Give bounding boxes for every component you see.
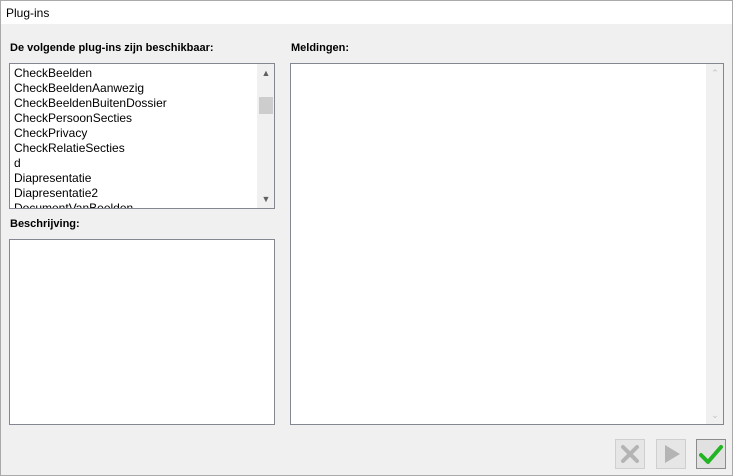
ok-button[interactable] xyxy=(696,439,726,469)
window-title: Plug-ins xyxy=(6,6,50,20)
scroll-thumb[interactable] xyxy=(259,97,273,114)
checkmark-icon xyxy=(699,445,723,464)
scroll-down-icon[interactable]: ▼ xyxy=(258,191,274,207)
list-item[interactable]: d xyxy=(14,156,256,171)
scroll-down-icon[interactable]: ⌄ xyxy=(707,407,723,423)
list-item[interactable]: DocumentVanBeelden xyxy=(14,201,256,208)
messages-scrollbar[interactable]: ⌃ ⌄ xyxy=(706,64,723,424)
list-item[interactable]: CheckPersoonSecties xyxy=(14,111,256,126)
scroll-up-icon[interactable]: ⌃ xyxy=(707,65,723,81)
play-icon xyxy=(665,445,680,463)
plugins-dialog: Plug-ins De volgende plug-ins zijn besch… xyxy=(0,0,733,476)
scroll-up-icon[interactable]: ▲ xyxy=(258,65,274,81)
cancel-button[interactable] xyxy=(615,439,645,469)
plugins-label: De volgende plug-ins zijn beschikbaar: xyxy=(10,42,214,54)
plugins-scrollbar[interactable]: ▲ ▼ xyxy=(257,64,274,208)
list-item[interactable]: CheckBeeldenBuitenDossier xyxy=(14,96,256,111)
plugins-list: CheckBeelden CheckBeeldenAanwezig CheckB… xyxy=(14,66,256,208)
plugins-listbox[interactable]: CheckBeelden CheckBeeldenAanwezig CheckB… xyxy=(9,63,275,209)
list-item[interactable]: CheckBeelden xyxy=(14,66,256,81)
description-textarea[interactable] xyxy=(9,239,275,425)
messages-textarea[interactable]: ⌃ ⌄ xyxy=(290,63,724,425)
list-item[interactable]: Diapresentatie xyxy=(14,171,256,186)
x-icon xyxy=(621,445,639,463)
list-item[interactable]: CheckBeeldenAanwezig xyxy=(14,81,256,96)
description-label: Beschrijving: xyxy=(10,218,80,230)
list-item[interactable]: Diapresentatie2 xyxy=(14,186,256,201)
list-item[interactable]: CheckPrivacy xyxy=(14,126,256,141)
run-button[interactable] xyxy=(656,439,686,469)
title-bar: Plug-ins xyxy=(1,1,732,24)
messages-label: Meldingen: xyxy=(291,42,350,54)
list-item[interactable]: CheckRelatieSecties xyxy=(14,141,256,156)
